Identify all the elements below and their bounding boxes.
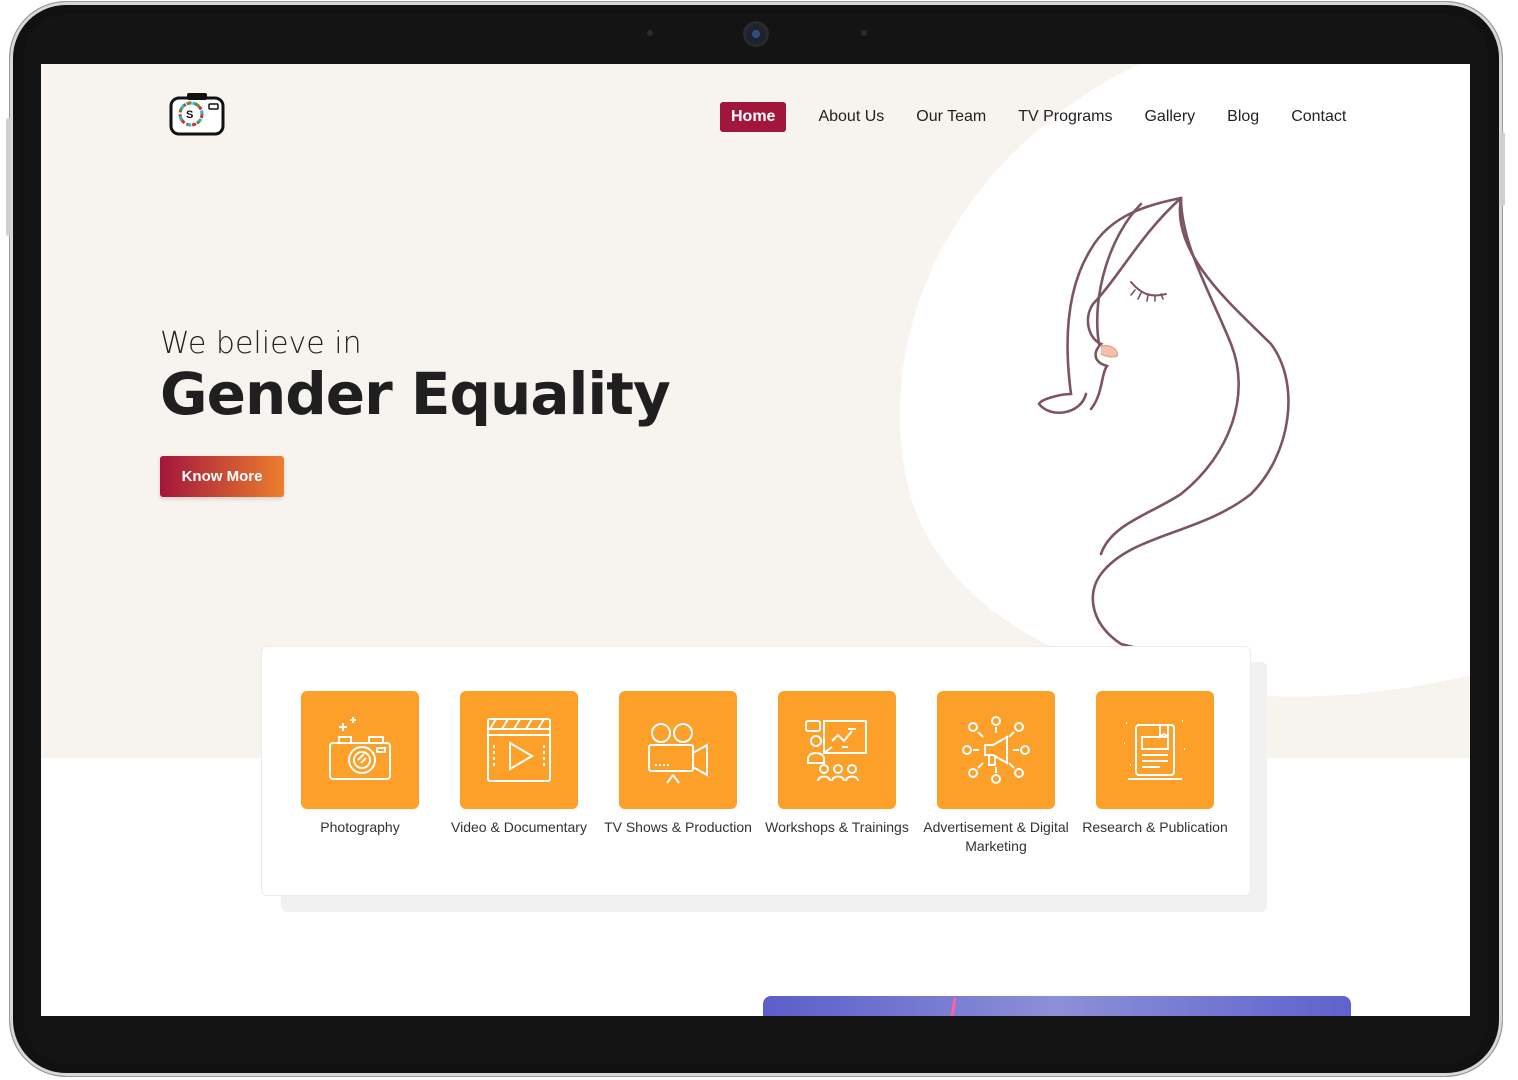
- service-item-workshops[interactable]: Workshops & Trainings: [757, 691, 917, 837]
- service-tile[interactable]: [460, 691, 578, 809]
- camera-logo-icon[interactable]: S: [169, 90, 225, 138]
- main-nav: Home About Us Our Team TV Programs Galle…: [720, 102, 1346, 132]
- video-player-icon: [487, 718, 551, 782]
- sensor-dot: [861, 30, 867, 36]
- nav-tv-programs[interactable]: TV Programs: [1018, 102, 1112, 132]
- service-label: TV Shows & Production: [604, 819, 752, 835]
- side-button: [1500, 132, 1505, 206]
- front-camera: [746, 24, 766, 44]
- service-label: Workshops & Trainings: [765, 819, 909, 835]
- service-label: Advertisement & Digital Marketing: [923, 819, 1069, 854]
- service-tile[interactable]: [778, 691, 896, 809]
- service-item-research[interactable]: Research & Publication: [1075, 691, 1235, 837]
- woman-profile-illustration: [1037, 196, 1290, 649]
- svg-text:S: S: [186, 109, 193, 121]
- service-tile[interactable]: [937, 691, 1055, 809]
- sensor-dot: [647, 30, 653, 36]
- service-item-advertisement[interactable]: Advertisement & Digital Marketing: [916, 691, 1076, 856]
- featured-banner-preview: [763, 996, 1351, 1016]
- megaphone-icon: [962, 716, 1030, 784]
- service-item-video-documentary[interactable]: Video & Documentary: [439, 691, 599, 837]
- service-label: Video & Documentary: [451, 819, 587, 835]
- nav-blog[interactable]: Blog: [1227, 102, 1259, 132]
- side-button: [6, 118, 11, 236]
- service-label: Photography: [320, 819, 400, 835]
- nav-gallery[interactable]: Gallery: [1144, 102, 1195, 132]
- presentation-icon: [805, 720, 867, 782]
- services-card: Photography Video & Documentary TV Shows…: [261, 646, 1251, 896]
- service-label: Research & Publication: [1082, 819, 1228, 835]
- service-tile[interactable]: [619, 691, 737, 809]
- nav-about-us[interactable]: About Us: [818, 102, 884, 132]
- service-item-photography[interactable]: Photography: [280, 691, 440, 837]
- service-item-tv-shows[interactable]: TV Shows & Production: [598, 691, 758, 837]
- service-tile[interactable]: [301, 691, 419, 809]
- book-icon: [1124, 720, 1186, 780]
- service-tile[interactable]: [1096, 691, 1214, 809]
- video-camera-icon: [648, 723, 708, 784]
- hero-title: Gender Equality: [160, 360, 671, 428]
- website-screen: S Home About Us Our Team TV Programs Gal…: [41, 64, 1470, 1016]
- nav-home[interactable]: Home: [720, 102, 787, 132]
- banner-decoration: [950, 997, 957, 1016]
- camera-icon: [329, 717, 391, 780]
- nav-contact[interactable]: Contact: [1291, 102, 1346, 132]
- nav-our-team[interactable]: Our Team: [916, 102, 986, 132]
- know-more-button[interactable]: Know More: [160, 456, 284, 497]
- hero-pre-title: We believe in: [160, 326, 362, 361]
